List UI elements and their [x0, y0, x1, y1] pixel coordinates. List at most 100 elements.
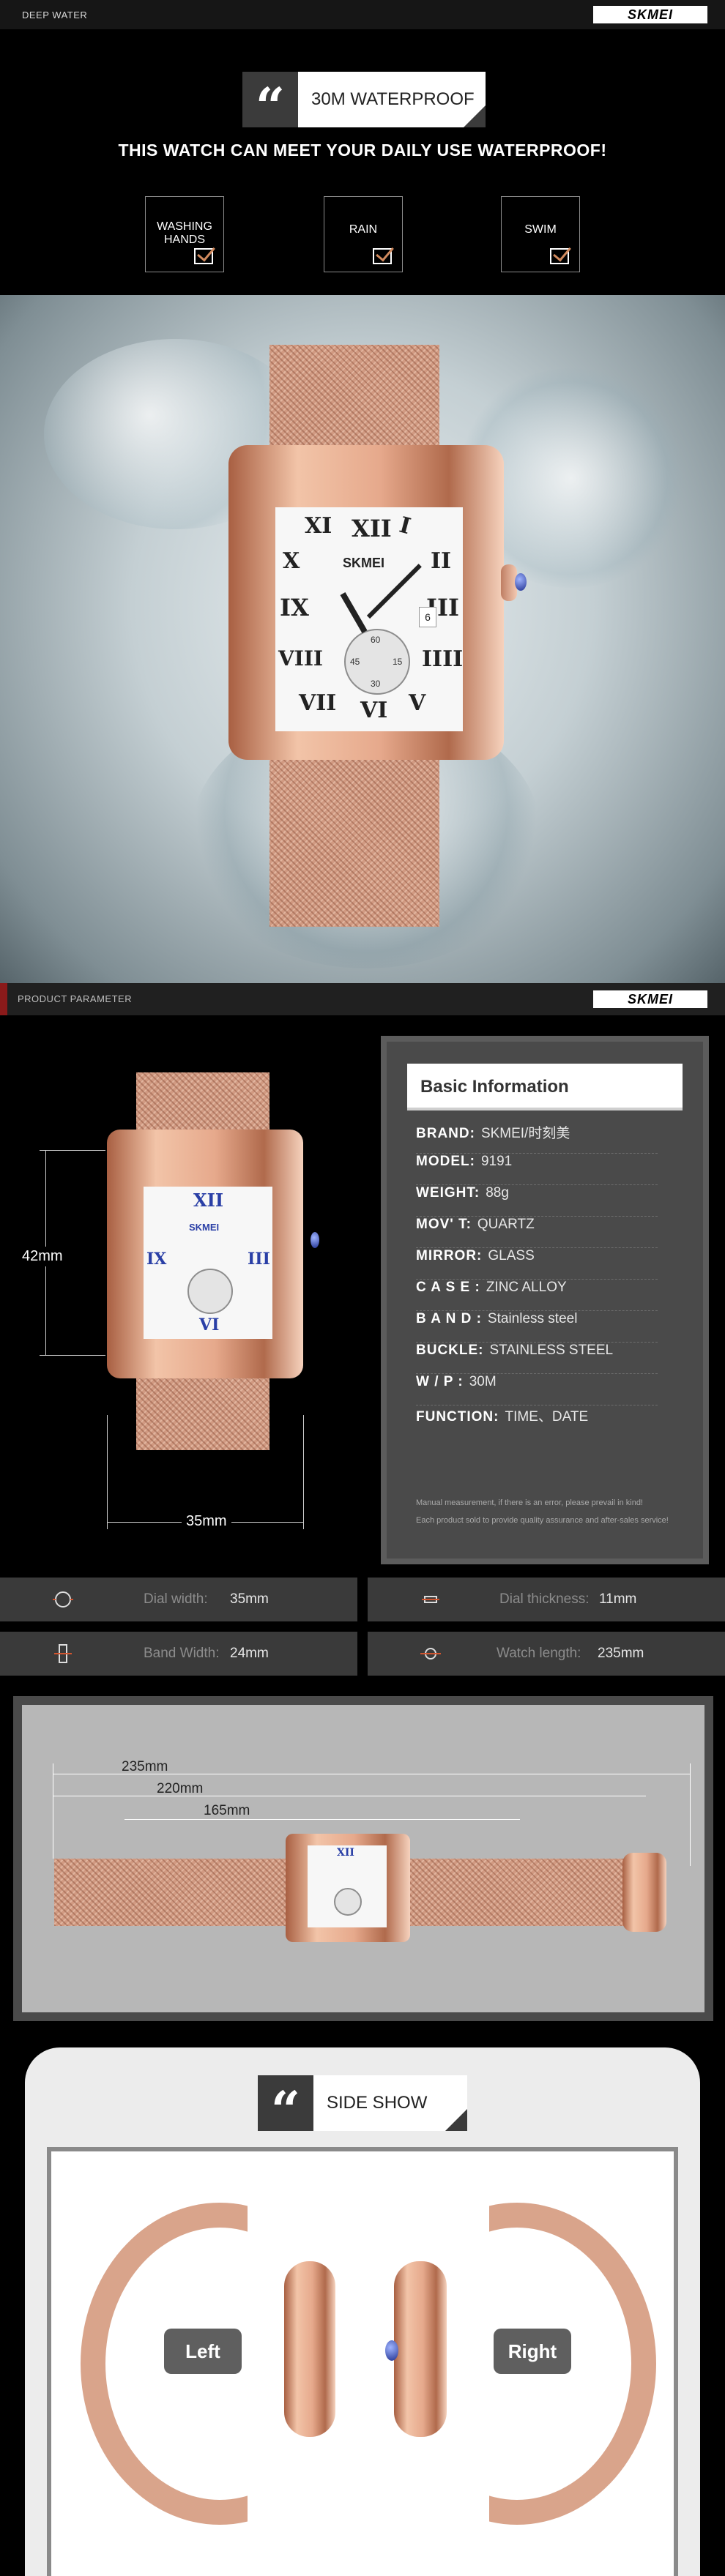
length-diagram-panel: 235mm 220mm 165mm XII [13, 1696, 713, 2021]
basic-info-note-1: Manual measurement, if there is an error… [416, 1498, 643, 1507]
product-parameter-section: PRODUCT PARAMETER SKMEI SKMEI XII III VI… [0, 983, 725, 1578]
spec-row: MIRROR: GLASS [416, 1248, 658, 1280]
dial-thickness-value: 11mm [599, 1591, 637, 1607]
subdial-30: 30 [371, 679, 381, 689]
basic-info-note-2: Each product sold to provide quality ass… [416, 1516, 669, 1525]
date-window: 6 [419, 607, 436, 627]
right-label: Right [494, 2329, 571, 2374]
length-165-line [124, 1819, 520, 1820]
side-show-section: “ SIDE SHOW Left Right [0, 2045, 725, 2576]
flat-sub-dial [334, 1888, 362, 1916]
spec-value: STAINLESS STEEL [489, 1343, 614, 1358]
dial-thickness-label: Dial thickness: [499, 1591, 590, 1607]
numeral-i: I [396, 512, 414, 540]
length-tick-right [690, 1763, 691, 1866]
flat-strap-left [54, 1859, 296, 1926]
card-label: SWIM [524, 223, 557, 236]
band-width-label: Band Width: [144, 1646, 220, 1661]
param-watch-strap-top [136, 1072, 269, 1135]
width-dim-tick-left [107, 1415, 108, 1529]
corner-triangle-icon [445, 2109, 467, 2131]
band-width-box: Band Width: 24mm [0, 1632, 357, 1676]
flat-numeral-xii: XII [337, 1847, 354, 1859]
length-diagram-section: 235mm 220mm 165mm XII [0, 1686, 725, 2045]
numeral-v: V [409, 690, 426, 716]
numeral-ix: IX [280, 594, 309, 621]
param-numeral-iii: III [248, 1250, 270, 1269]
quote-icon: “ [242, 72, 298, 137]
spec-row: MODEL: 9191 [416, 1154, 658, 1185]
card-swim: SWIM [501, 196, 580, 272]
waterproof-section: DEEP WATER SKMEI “ 30M WATERPROOF THIS W… [0, 0, 725, 295]
spec-value: GLASS [488, 1248, 535, 1263]
sub-dial: 60 15 30 45 [344, 629, 410, 695]
spec-row: C A S E : ZINC ALLOY [416, 1280, 658, 1311]
watch-length-label: Watch length: [497, 1646, 581, 1661]
spec-key: FUNCTION: [416, 1409, 499, 1425]
spec-value: ZINC ALLOY [486, 1280, 567, 1295]
watch-length-icon [420, 1648, 441, 1660]
corner-triangle-icon [464, 105, 486, 127]
param-numeral-ix: IX [146, 1250, 167, 1269]
width-dim-tick-right [303, 1415, 304, 1529]
dial-width-label: Dial width: [144, 1591, 208, 1607]
numeral-vi: VI [360, 698, 388, 723]
dial-thickness-box: Dial thickness: 11mm [368, 1578, 725, 1621]
minute-hand-icon [366, 564, 422, 619]
spec-key: MODEL: [416, 1154, 475, 1169]
spec-value: 88g [486, 1185, 509, 1201]
param-numeral-xii: XII [193, 1190, 224, 1211]
card-rain: RAIN [324, 196, 403, 272]
dial-width-value: 35mm [230, 1591, 269, 1607]
side-show-panel: “ SIDE SHOW Left Right [25, 2047, 700, 2576]
side-show-image-frame: Left Right [47, 2147, 678, 2576]
spec-key: BRAND: [416, 1126, 475, 1141]
width-dim-label: 35mm [182, 1513, 231, 1530]
spec-row: WEIGHT: 88g [416, 1185, 658, 1217]
spec-key: MOV' T: [416, 1217, 472, 1232]
height-dim-tick-bottom [40, 1355, 105, 1356]
watch-length-value: 235mm [598, 1646, 644, 1661]
dial-width-box: Dial width: 35mm [0, 1578, 357, 1621]
numeral-vii: VII [299, 690, 337, 716]
card-label: WASHING HANDS [157, 220, 212, 246]
spec-key: MIRROR: [416, 1248, 483, 1263]
param-watch-strap-bottom [136, 1374, 269, 1450]
accent-stripe [0, 983, 7, 1015]
basic-info-panel: Basic Information BRAND: SKMEI/时刻美 MODEL:… [381, 1036, 709, 1564]
flat-buckle [622, 1853, 666, 1932]
right-side-case [394, 2261, 447, 2437]
hour-hand-icon [340, 592, 368, 633]
numeral-xi: XI [305, 513, 332, 539]
watch-dial: SKMEI XII I II III IIII V VI VII VIII IX… [275, 507, 463, 731]
spec-row: MOV' T: QUARTZ [416, 1217, 658, 1248]
spec-value: QUARTZ [477, 1217, 535, 1232]
dimension-boxes: Dial width: 35mm Dial thickness: 11mm Ba… [0, 1578, 725, 1686]
watch-strap-bottom [269, 747, 439, 927]
card-label: RAIN [349, 223, 378, 236]
band-width-icon [54, 1644, 72, 1663]
spec-value: 9191 [480, 1154, 513, 1169]
numeral-iiii: IIII [422, 646, 464, 672]
numeral-ii: II [431, 548, 452, 574]
spec-key: W / P : [416, 1374, 464, 1389]
checkbox-icon [550, 248, 569, 264]
param-bar-title: PRODUCT PARAMETER [18, 993, 133, 1004]
watch-dial-icon [53, 1591, 73, 1608]
thickness-icon [422, 1596, 439, 1603]
left-side-case [284, 2261, 335, 2437]
top-bar: DEEP WATER SKMEI [0, 0, 725, 29]
length-235-label: 235mm [122, 1759, 168, 1774]
spec-value: TIME、DATE [505, 1409, 589, 1425]
numeral-x: X [283, 548, 300, 574]
quote-icon: “ [258, 2075, 313, 2140]
waterproof-title-box: “ 30M WATERPROOF [242, 72, 486, 137]
skmei-logo: SKMEI [593, 6, 707, 23]
top-bar-title: DEEP WATER [22, 10, 88, 20]
spec-row: W / P : 30M [416, 1374, 658, 1405]
crown-gem-icon [515, 573, 527, 591]
length-220-label: 220mm [157, 1781, 204, 1796]
subdial-45: 45 [350, 657, 360, 667]
side-show-title-box: “ SIDE SHOW [258, 2075, 467, 2140]
spec-row: BUCKLE: STAINLESS STEEL [416, 1343, 658, 1374]
